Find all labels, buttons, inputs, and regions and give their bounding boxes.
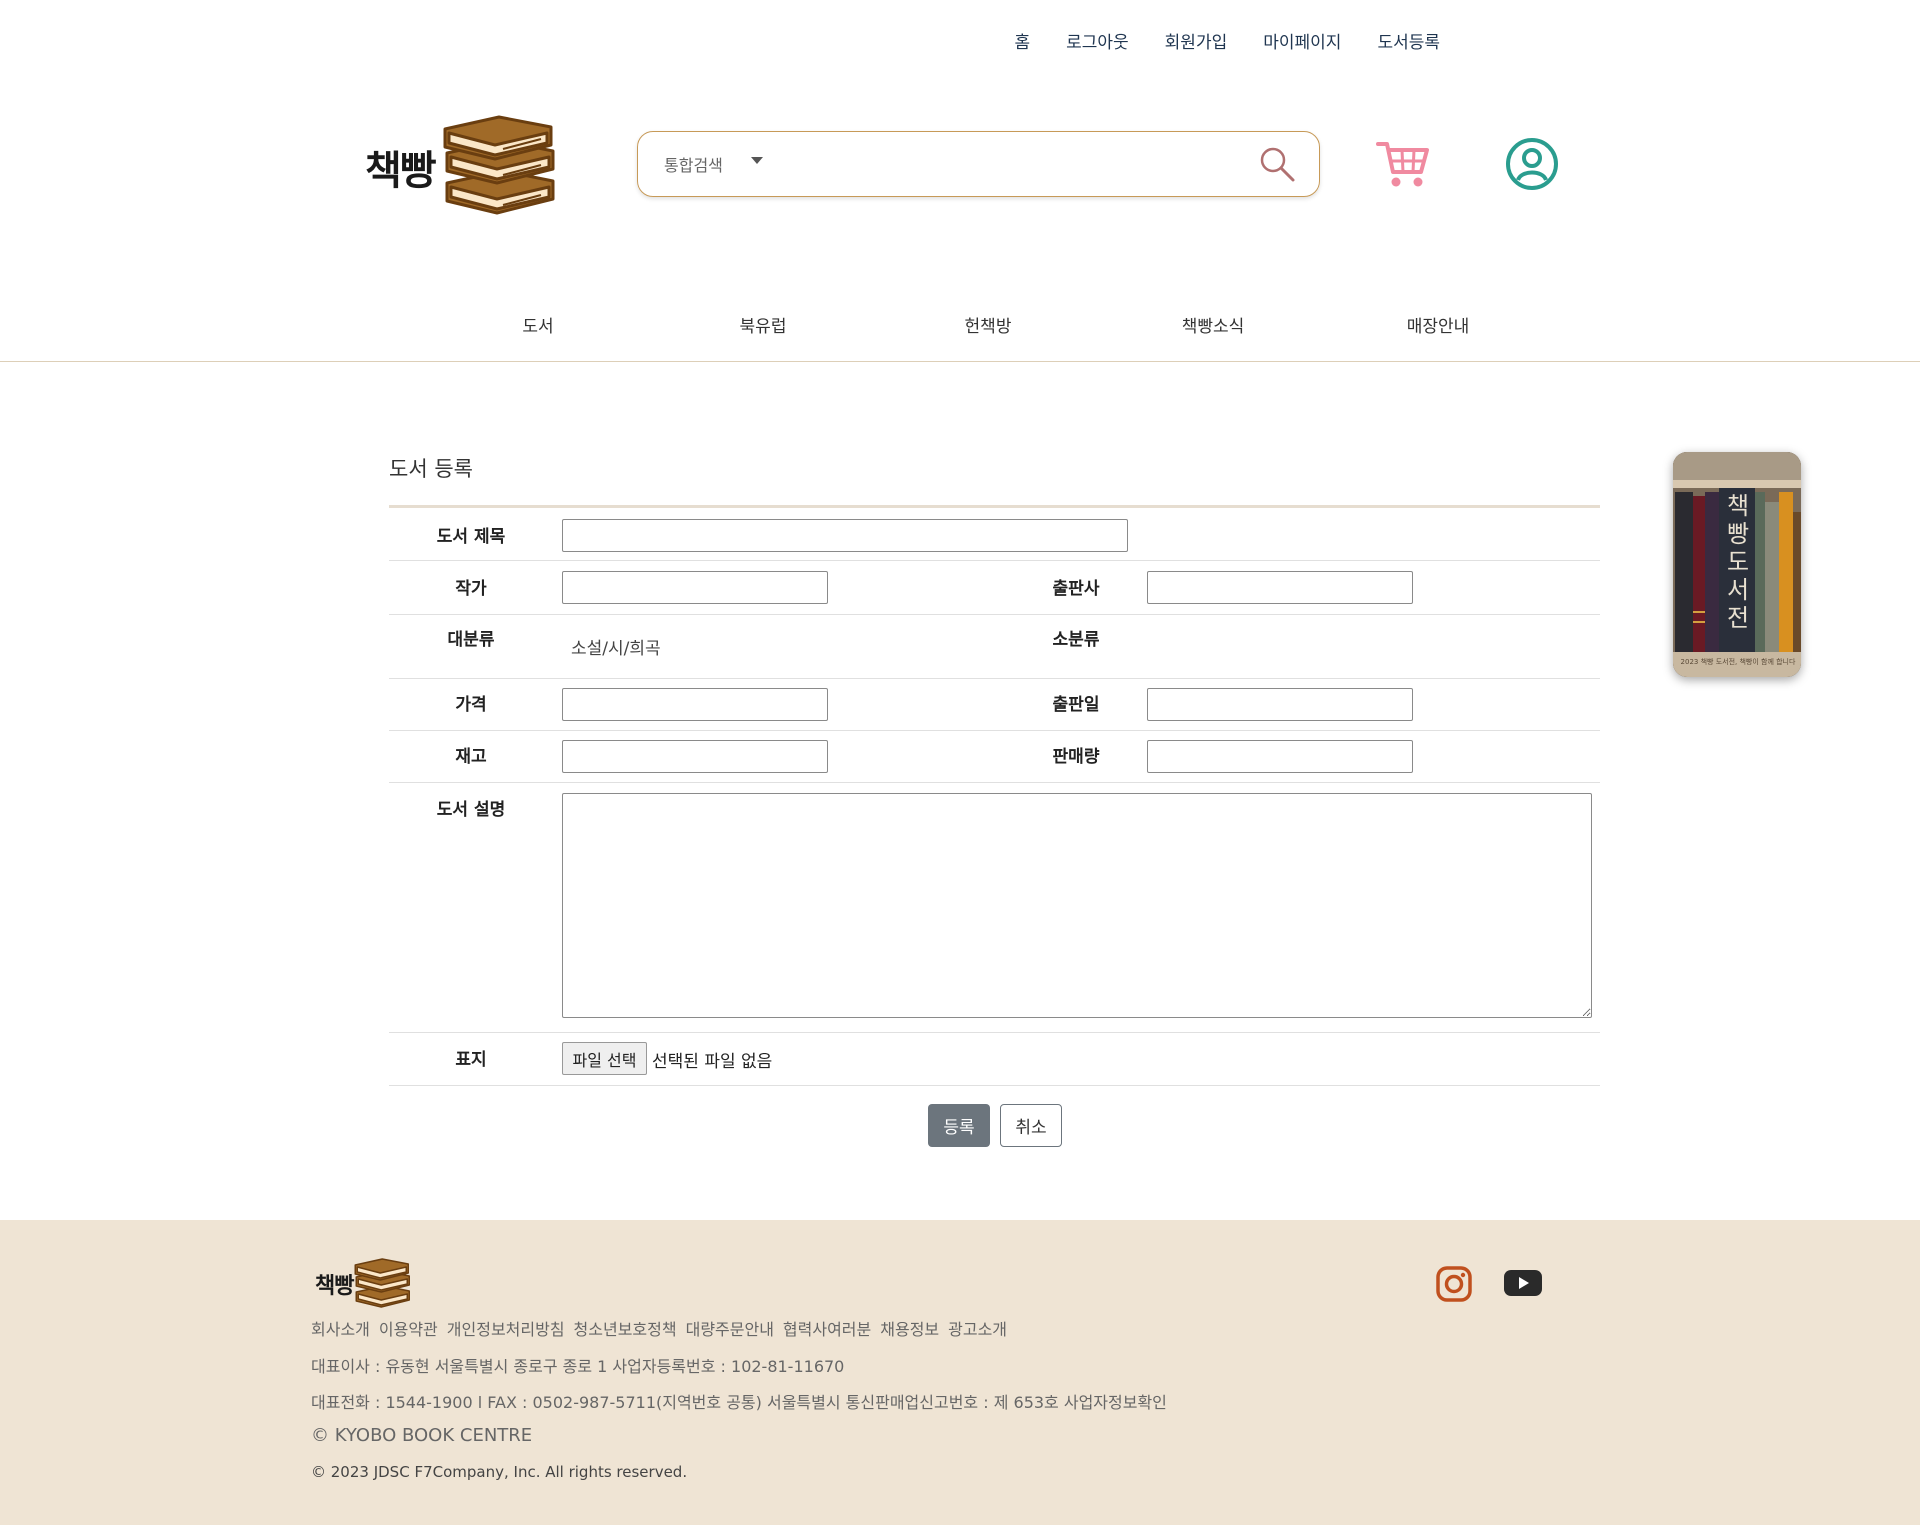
label-author: 작가: [455, 579, 487, 599]
row-author-publisher: 작가 출판사: [389, 562, 1600, 615]
row-stock-sales: 재고 판매량: [389, 731, 1600, 783]
footer-link-company[interactable]: 회사소개: [311, 1316, 370, 1340]
footer-kyobo: © KYOBO BOOK CENTRE: [311, 1425, 533, 1446]
nav-books[interactable]: 도서: [522, 312, 553, 337]
banner-caption: 2023 책빵 도서전, 책빵이 함께 합니다: [1680, 658, 1796, 666]
label-sales: 판매량: [1052, 747, 1100, 767]
nav-used-books[interactable]: 헌책방: [965, 312, 1012, 337]
footer-contact-info: 대표전화 : 1544-1900 l FAX : 0502-987-5711(지…: [311, 1393, 1167, 1412]
sales-input[interactable]: [1147, 740, 1413, 773]
footer-link-privacy[interactable]: 개인정보처리방침: [447, 1316, 565, 1340]
file-status-text: 선택된 파일 없음: [652, 1052, 773, 1072]
nav-nordic[interactable]: 북유럽: [740, 312, 787, 337]
label-publisher: 출판사: [1052, 579, 1100, 599]
home-link[interactable]: 홈: [1014, 28, 1030, 53]
row-price-date: 가격 출판일: [389, 679, 1600, 731]
label-cover: 표지: [455, 1050, 487, 1070]
row-cover: 표지 파일 선택 선택된 파일 없음: [389, 1033, 1600, 1086]
footer-link-careers[interactable]: 채용정보: [880, 1316, 939, 1340]
cart-icon[interactable]: [1375, 136, 1431, 192]
nav-store-info[interactable]: 매장안내: [1407, 312, 1470, 337]
file-select-button[interactable]: 파일 선택: [562, 1042, 647, 1075]
chevron-down-icon[interactable]: [750, 156, 763, 164]
page-title: 도서 등록: [389, 457, 473, 481]
footer-links: 회사소개 이용약관 개인정보처리방침 청소년보호정책 대량주문안내 협력사여러분…: [311, 1316, 1007, 1340]
footer-link-partners[interactable]: 협력사여러분: [783, 1316, 871, 1340]
footer-link-youth[interactable]: 청소년보호정책: [574, 1316, 677, 1340]
search-category-select[interactable]: 통합검색: [664, 152, 723, 176]
signup-link[interactable]: 회원가입: [1165, 28, 1228, 53]
footer-link-ads[interactable]: 광고소개: [948, 1316, 1007, 1340]
footer-company-info: 대표이사 : 유동현 서울특별시 종로구 종로 1 사업자등록번호 : 102-…: [311, 1357, 845, 1376]
submit-button[interactable]: 등록: [928, 1104, 990, 1147]
footer-link-terms[interactable]: 이용약관: [379, 1316, 438, 1340]
footer-copyright: © 2023 JDSC F7Company, Inc. All rights r…: [311, 1463, 688, 1481]
footer-logo[interactable]: 책빵: [315, 1258, 411, 1310]
footer-link-bulk-order[interactable]: 대량주문안내: [686, 1316, 774, 1340]
label-minor-category: 소분류: [1052, 630, 1100, 650]
main-nav: 도서 북유럽 헌책방 책빵소식 매장안내: [0, 296, 1920, 362]
search-bar: 통합검색: [637, 131, 1320, 197]
label-major-category: 대분류: [447, 630, 495, 650]
search-input[interactable]: [776, 144, 1257, 184]
stock-input[interactable]: [562, 740, 828, 773]
label-price: 가격: [455, 695, 487, 715]
label-stock: 재고: [455, 747, 487, 767]
label-description: 도서 설명: [436, 800, 506, 820]
site-logo[interactable]: 책빵: [365, 112, 585, 222]
book-stack-icon: [354, 1258, 411, 1308]
price-input[interactable]: [562, 688, 828, 721]
row-categories: 대분류 소설/시/희곡 소분류: [389, 615, 1600, 679]
row-description: 도서 설명: [389, 783, 1600, 1033]
footer-logo-text: 책빵: [315, 1274, 354, 1299]
book-title-input[interactable]: [562, 519, 1128, 552]
top-links: 홈 로그아웃 회원가입 마이페이지 도서등록: [978, 28, 1440, 53]
book-fair-banner[interactable]: 책빵도서전 2023 책빵 도서전, 책빵이 함께 합니다: [1673, 452, 1801, 677]
logout-link[interactable]: 로그아웃: [1066, 28, 1129, 53]
logo-text: 책빵: [365, 148, 437, 194]
instagram-icon[interactable]: [1435, 1265, 1473, 1303]
mypage-link[interactable]: 마이페이지: [1263, 28, 1341, 53]
major-category-value[interactable]: 소설/시/희곡: [571, 634, 661, 659]
author-input[interactable]: [562, 571, 828, 604]
banner-title: 책빵도서전: [1726, 492, 1750, 632]
label-publish-date: 출판일: [1052, 695, 1100, 715]
search-icon[interactable]: [1257, 144, 1297, 184]
footer: 책빵 회사소개 이용약관 개인정보처리방침 청소년보호정책 대량주문안내 협력사…: [0, 1220, 1920, 1525]
user-icon[interactable]: [1505, 137, 1559, 191]
publish-date-input[interactable]: [1147, 688, 1413, 721]
label-book-title: 도서 제목: [436, 527, 506, 547]
nav-news[interactable]: 책빵소식: [1182, 312, 1245, 337]
book-register-link[interactable]: 도서등록: [1377, 28, 1440, 53]
description-textarea[interactable]: [562, 793, 1592, 1018]
youtube-icon[interactable]: [1503, 1267, 1543, 1299]
book-stack-icon: [443, 115, 555, 215]
cancel-button[interactable]: 취소: [1000, 1104, 1062, 1147]
publisher-input[interactable]: [1147, 571, 1413, 604]
row-book-title: 도서 제목: [389, 508, 1600, 561]
